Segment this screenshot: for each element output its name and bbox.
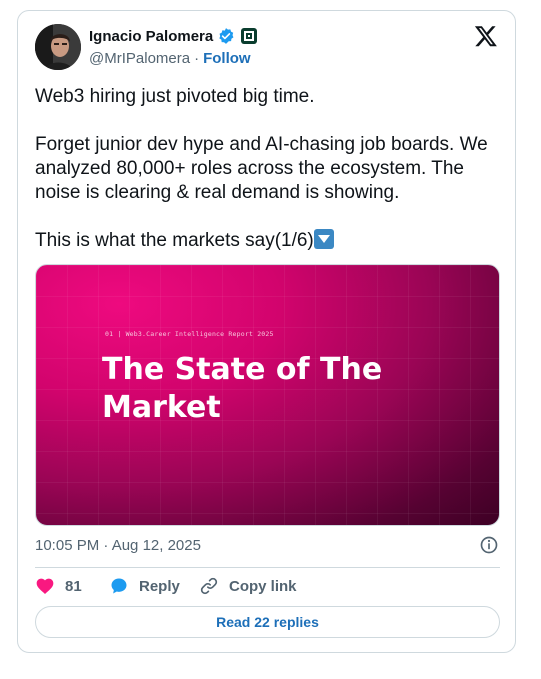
affiliate-badge-icon xyxy=(241,28,258,44)
info-icon[interactable] xyxy=(479,535,499,555)
tweet-paragraph: Web3 hiring just pivoted big time. xyxy=(35,86,315,107)
heart-icon xyxy=(36,578,54,594)
media-title: The State of The Market xyxy=(102,351,382,427)
avatar[interactable] xyxy=(35,24,81,70)
author-handle-row: @MrIPalomera · Follow xyxy=(89,50,251,67)
tweet-paragraph-text: This is what the markets say(1/6) xyxy=(35,230,314,251)
reply-bubble-icon xyxy=(111,578,127,594)
like-count: 81 xyxy=(65,577,82,595)
media-title-line: Market xyxy=(102,390,221,425)
read-replies-button[interactable]: Read 22 replies xyxy=(35,606,500,638)
divider xyxy=(35,567,500,568)
copy-link-label: Copy link xyxy=(229,577,297,595)
tweet-media-image[interactable]: 01 | Web3.Career Intelligence Report 202… xyxy=(35,264,500,526)
tweet-timestamp[interactable]: 10:05 PM · Aug 12, 2025 xyxy=(35,537,201,554)
avatar-image xyxy=(35,24,81,70)
x-logo-icon[interactable] xyxy=(474,24,498,48)
tweet-paragraph-last: This is what the markets say(1/6) xyxy=(35,229,505,253)
reply-label: Reply xyxy=(139,577,180,595)
author-name-row: Ignacio Palomera xyxy=(89,27,258,45)
copy-link-button[interactable]: Copy link xyxy=(199,576,297,596)
action-bar: 81 Reply Copy link xyxy=(35,576,297,596)
media-title-line: The State of The xyxy=(102,352,383,387)
link-icon xyxy=(200,577,218,595)
reply-button[interactable]: Reply xyxy=(109,576,199,596)
tweet-card: Ignacio Palomera @MrIPalomera · Follow W… xyxy=(17,10,516,653)
handle-separator: · xyxy=(194,50,200,67)
media-subtitle: 01 | Web3.Career Intelligence Report 202… xyxy=(105,330,274,338)
verified-badge-icon xyxy=(219,28,234,44)
down-arrow-emoji-icon xyxy=(313,229,334,249)
author-handle[interactable]: @MrIPalomera xyxy=(89,50,190,67)
tweet-paragraph: Forget junior dev hype and AI-chasing jo… xyxy=(35,134,488,203)
follow-button[interactable]: Follow xyxy=(203,50,251,67)
tweet-text: Web3 hiring just pivoted big time. Forge… xyxy=(35,85,505,253)
author-name[interactable]: Ignacio Palomera xyxy=(89,28,213,45)
like-button[interactable]: 81 xyxy=(35,576,109,596)
